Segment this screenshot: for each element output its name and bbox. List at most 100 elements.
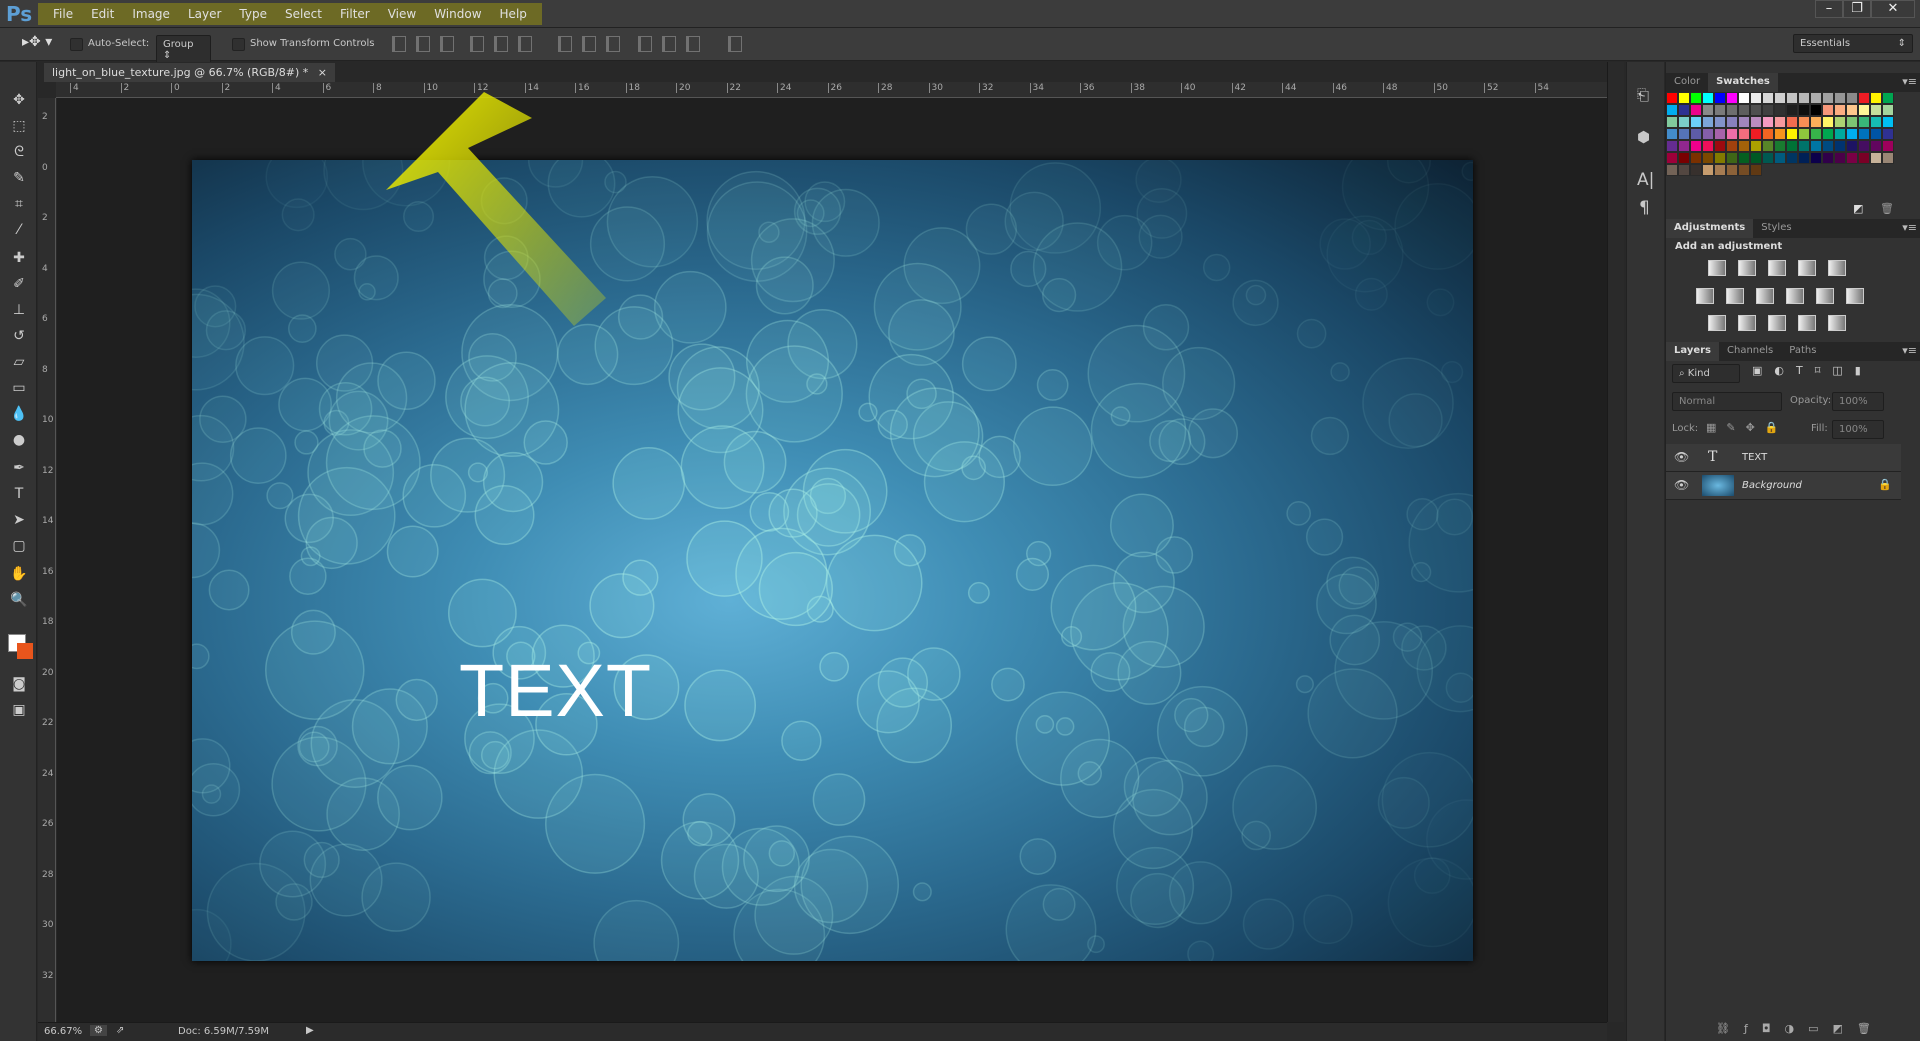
swatch[interactable] bbox=[1786, 92, 1798, 104]
paragraph-panel-icon[interactable]: ¶ bbox=[1639, 198, 1650, 218]
swatch[interactable] bbox=[1870, 128, 1882, 140]
swatch[interactable] bbox=[1678, 164, 1690, 176]
swatch[interactable] bbox=[1798, 116, 1810, 128]
swatch[interactable] bbox=[1786, 140, 1798, 152]
swatch[interactable] bbox=[1738, 92, 1750, 104]
minimize-button[interactable]: – bbox=[1815, 0, 1843, 18]
panel-menu-icon[interactable]: ▾≡ bbox=[1902, 75, 1917, 88]
swatch[interactable] bbox=[1702, 152, 1714, 164]
delete-swatch-icon[interactable]: 🗑 bbox=[1880, 202, 1894, 215]
swatch[interactable] bbox=[1870, 152, 1882, 164]
swatch[interactable] bbox=[1750, 92, 1762, 104]
swatch[interactable] bbox=[1750, 164, 1762, 176]
lasso-tool-icon[interactable]: ᘓ bbox=[5, 140, 33, 164]
swatch[interactable] bbox=[1666, 128, 1678, 140]
swatch[interactable] bbox=[1882, 128, 1894, 140]
swatch[interactable] bbox=[1750, 140, 1762, 152]
background-color-swatch[interactable] bbox=[17, 643, 33, 659]
swatch[interactable] bbox=[1858, 140, 1870, 152]
distribute-left-icon[interactable] bbox=[638, 36, 652, 52]
menu-view[interactable]: View bbox=[379, 3, 425, 25]
swatch[interactable] bbox=[1798, 92, 1810, 104]
swatch[interactable] bbox=[1858, 104, 1870, 116]
swatch[interactable] bbox=[1774, 104, 1786, 116]
layer-filter-icons[interactable]: ▣◐T⌑◫▮ bbox=[1752, 364, 1873, 377]
swatch[interactable] bbox=[1786, 116, 1798, 128]
history-panel-icon[interactable]: ⎗ bbox=[1637, 86, 1649, 104]
swatch[interactable] bbox=[1882, 92, 1894, 104]
menu-help[interactable]: Help bbox=[491, 3, 536, 25]
swatch[interactable] bbox=[1762, 104, 1774, 116]
swatch[interactable] bbox=[1822, 140, 1834, 152]
align-right-icon[interactable] bbox=[518, 36, 532, 52]
swatch[interactable] bbox=[1834, 116, 1846, 128]
quick-mask-icon[interactable]: ◙ bbox=[5, 672, 33, 696]
swatch[interactable] bbox=[1750, 128, 1762, 140]
swatch[interactable] bbox=[1810, 128, 1822, 140]
swatch[interactable] bbox=[1726, 140, 1738, 152]
dodge-tool-icon[interactable]: ● bbox=[5, 428, 33, 452]
swatch[interactable] bbox=[1774, 92, 1786, 104]
swatch[interactable] bbox=[1798, 128, 1810, 140]
swatch[interactable] bbox=[1762, 152, 1774, 164]
tab-styles[interactable]: Styles bbox=[1753, 219, 1799, 238]
tab-layers[interactable]: Layers bbox=[1666, 342, 1719, 361]
swatch[interactable] bbox=[1834, 104, 1846, 116]
swatch[interactable] bbox=[1702, 140, 1714, 152]
panel-menu-icon[interactable]: ▾≡ bbox=[1902, 221, 1917, 234]
threshold-icon[interactable] bbox=[1768, 315, 1786, 331]
swatch[interactable] bbox=[1678, 128, 1690, 140]
swatch[interactable] bbox=[1666, 140, 1678, 152]
swatch[interactable] bbox=[1678, 152, 1690, 164]
align-left-icon[interactable] bbox=[470, 36, 484, 52]
black-white-icon[interactable] bbox=[1756, 288, 1774, 304]
visibility-eye-icon[interactable]: 👁 bbox=[1674, 450, 1689, 464]
align-hcenter-icon[interactable] bbox=[494, 36, 508, 52]
clone-stamp-tool-icon[interactable]: ⊥ bbox=[5, 298, 33, 322]
swatch[interactable] bbox=[1678, 104, 1690, 116]
swatch[interactable] bbox=[1690, 116, 1702, 128]
type-tool-icon[interactable]: T bbox=[5, 482, 33, 506]
swatch[interactable] bbox=[1678, 140, 1690, 152]
swatch[interactable] bbox=[1666, 104, 1678, 116]
exposure-icon[interactable] bbox=[1798, 260, 1816, 276]
swatch[interactable] bbox=[1714, 92, 1726, 104]
swatch[interactable] bbox=[1882, 104, 1894, 116]
swatch[interactable] bbox=[1762, 116, 1774, 128]
swatch[interactable] bbox=[1858, 152, 1870, 164]
swatch[interactable] bbox=[1834, 128, 1846, 140]
swatch[interactable] bbox=[1762, 140, 1774, 152]
tab-channels[interactable]: Channels bbox=[1719, 342, 1781, 361]
swatch[interactable] bbox=[1822, 104, 1834, 116]
swatch[interactable] bbox=[1846, 128, 1858, 140]
swatch[interactable] bbox=[1822, 152, 1834, 164]
swatch[interactable] bbox=[1846, 140, 1858, 152]
menu-filter[interactable]: Filter bbox=[331, 3, 379, 25]
menu-layer[interactable]: Layer bbox=[179, 3, 230, 25]
swatch[interactable] bbox=[1690, 140, 1702, 152]
layer-name[interactable]: TEXT bbox=[1742, 452, 1767, 463]
swatch[interactable] bbox=[1834, 92, 1846, 104]
swatch[interactable] bbox=[1738, 140, 1750, 152]
swatch[interactable] bbox=[1678, 92, 1690, 104]
layers-footer-icons[interactable]: ⛓ƒ◘◑▭◩🗑 bbox=[1716, 1022, 1885, 1035]
swatch[interactable] bbox=[1666, 164, 1678, 176]
swatch[interactable] bbox=[1774, 128, 1786, 140]
swatch[interactable] bbox=[1666, 152, 1678, 164]
swatch[interactable] bbox=[1726, 92, 1738, 104]
swatch[interactable] bbox=[1810, 104, 1822, 116]
swatch[interactable] bbox=[1834, 152, 1846, 164]
selective-color-icon[interactable] bbox=[1798, 315, 1816, 331]
fill-field[interactable]: 100% bbox=[1832, 420, 1884, 439]
distribute-top-icon[interactable] bbox=[558, 36, 572, 52]
swatch[interactable] bbox=[1762, 92, 1774, 104]
swatch[interactable] bbox=[1882, 140, 1894, 152]
swatch[interactable] bbox=[1702, 164, 1714, 176]
swatch[interactable] bbox=[1846, 116, 1858, 128]
close-tab-icon[interactable]: × bbox=[318, 66, 327, 79]
brightness-contrast-icon[interactable] bbox=[1708, 260, 1726, 276]
distribute-hcenter-icon[interactable] bbox=[662, 36, 676, 52]
quick-select-tool-icon[interactable]: ✎ bbox=[5, 166, 33, 190]
swatch[interactable] bbox=[1738, 128, 1750, 140]
lock-icons[interactable]: ▦✎✥🔒 bbox=[1706, 421, 1789, 434]
